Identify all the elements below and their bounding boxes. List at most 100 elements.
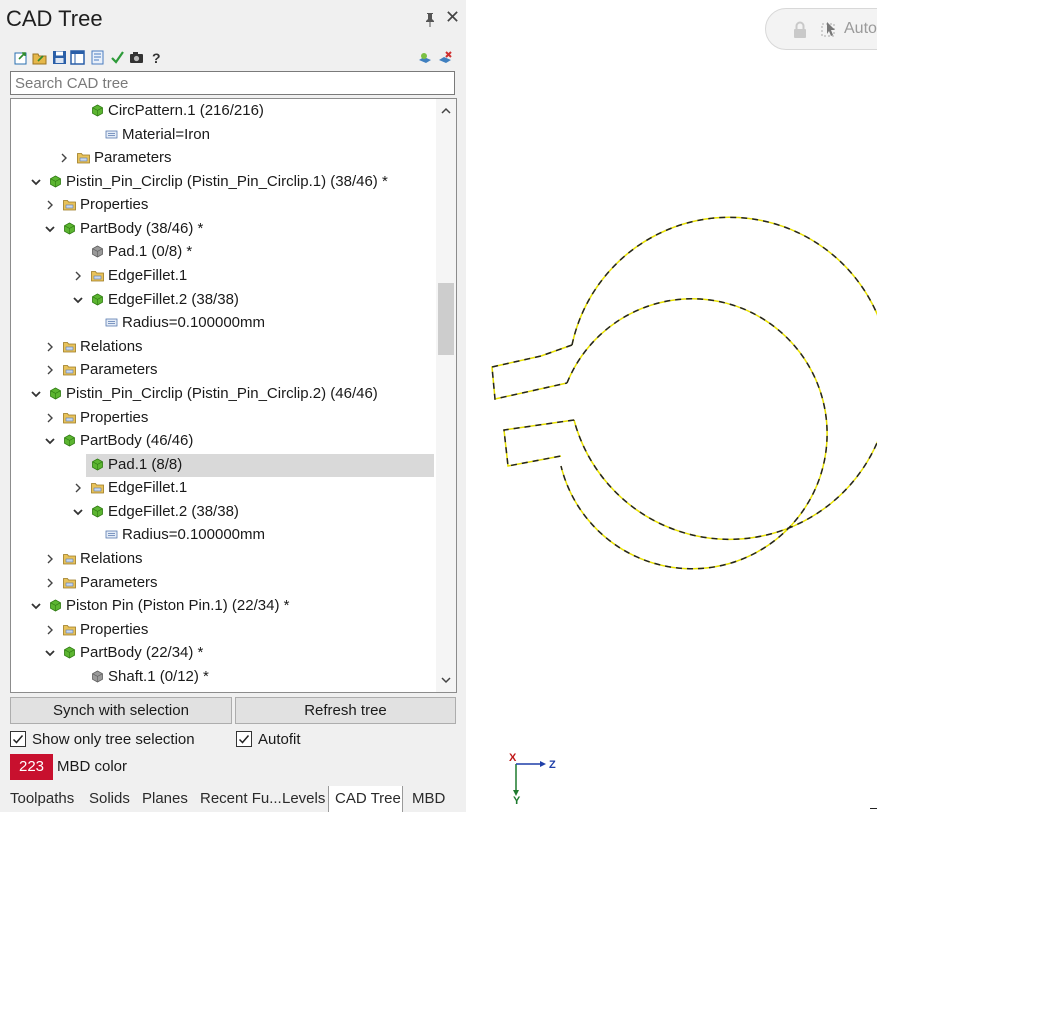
report-icon[interactable]: [90, 50, 105, 65]
tree-node[interactable]: Properties: [11, 619, 436, 641]
chevron-down-icon[interactable]: [44, 646, 56, 660]
close-icon[interactable]: [446, 10, 460, 28]
graphics-viewport[interactable]: Autoc: [466, 0, 877, 812]
tree-node-label: Pad.1 (8/8): [108, 455, 183, 473]
settings-icon[interactable]: [438, 50, 453, 65]
chevron-right-icon[interactable]: [72, 269, 84, 283]
tree-node[interactable]: Relations: [11, 336, 436, 358]
tab-recent-functions[interactable]: Recent Fu...: [200, 786, 282, 812]
parameter-icon: [105, 128, 118, 141]
tree-node[interactable]: PartBody (22/34) *: [11, 642, 436, 664]
lock-icon[interactable]: [792, 21, 808, 39]
tree-node[interactable]: Properties: [11, 407, 436, 429]
tree-node[interactable]: Radius=0.100000mm: [11, 312, 436, 334]
chevron-right-icon[interactable]: [72, 481, 84, 495]
search-input[interactable]: [10, 71, 455, 95]
chevron-down-icon[interactable]: [44, 434, 56, 448]
tree-node[interactable]: Parameters: [11, 359, 436, 381]
tree-node[interactable]: EdgeFillet.1: [11, 265, 436, 287]
refresh-tree-button[interactable]: Refresh tree: [235, 697, 456, 724]
green-solid-icon: [91, 505, 104, 518]
tree-node-label: Properties: [80, 408, 149, 426]
chevron-right-icon[interactable]: [44, 552, 56, 566]
chevron-right-icon[interactable]: [44, 198, 56, 212]
help-icon[interactable]: ?: [149, 50, 164, 65]
camera-icon[interactable]: [129, 50, 144, 65]
tree-node-label: Properties: [80, 196, 149, 214]
mbd-color-label: MBD color: [57, 758, 128, 775]
tab-levels[interactable]: Levels: [282, 786, 325, 812]
tree-node[interactable]: Pistin_Pin_Circlip (Pistin_Pin_Circlip.2…: [11, 383, 436, 405]
chevron-right-icon[interactable]: [44, 411, 56, 425]
chevron-right-icon[interactable]: [44, 576, 56, 590]
chevron-down-icon[interactable]: [30, 387, 42, 401]
green-solid-icon: [63, 434, 76, 447]
tree-node[interactable]: Parameters: [11, 147, 436, 169]
layout-icon[interactable]: [70, 50, 85, 65]
scroll-up-icon[interactable]: [439, 104, 453, 118]
tree-node[interactable]: PartBody (38/46) *: [11, 218, 436, 240]
chevron-down-icon[interactable]: [72, 505, 84, 519]
green-solid-icon: [63, 222, 76, 235]
lower-ear: [503, 419, 575, 467]
tree-node-label: Parameters: [94, 149, 172, 167]
autofit-label: Autofit: [258, 731, 301, 748]
chevron-right-icon[interactable]: [44, 340, 56, 354]
show-only-tree-selection-checkbox[interactable]: [10, 731, 26, 747]
mbd-color-swatch[interactable]: 223: [10, 754, 53, 780]
scroll-down-icon[interactable]: [439, 673, 453, 687]
axis-y-label: Y: [513, 795, 521, 806]
scroll-thumb[interactable]: [438, 283, 454, 355]
autofit-checkbox[interactable]: [236, 731, 252, 747]
tree-node-label: Pistin_Pin_Circlip (Pistin_Pin_Circlip.1…: [66, 172, 388, 190]
tree-node[interactable]: Pad.1 (0/8) *: [11, 241, 436, 263]
tree-node[interactable]: Pistin_Pin_Circlip (Pistin_Pin_Circlip.1…: [11, 171, 436, 193]
tab-planes[interactable]: Planes: [142, 786, 188, 812]
export-icon[interactable]: [14, 50, 29, 65]
chevron-right-icon[interactable]: [44, 623, 56, 637]
tree-node[interactable]: EdgeFillet.2 (38/38): [11, 289, 436, 311]
tree-node[interactable]: PartBody (46/46): [11, 430, 436, 452]
save-icon[interactable]: [52, 50, 67, 65]
tree-node[interactable]: Pad.1 (8/8): [11, 453, 436, 477]
chevron-down-icon[interactable]: [30, 175, 42, 189]
tree-node[interactable]: Parameters: [11, 572, 436, 594]
chevron-down-icon[interactable]: [44, 222, 56, 236]
tree-node[interactable]: CircPattern.1 (216/216): [11, 100, 436, 122]
tree-node-label: Relations: [80, 337, 143, 355]
tree-node[interactable]: Shaft.1 (0/12) *: [11, 666, 436, 688]
synch-with-selection-button[interactable]: Synch with selection: [10, 697, 232, 724]
cad-tree: CircPattern.1 (216/216) Material=Iron Para…: [10, 98, 457, 693]
find-icon[interactable]: [418, 50, 433, 65]
tree-node[interactable]: Properties: [11, 194, 436, 216]
chevron-right-icon[interactable]: [58, 151, 70, 165]
chevron-right-icon[interactable]: [44, 363, 56, 377]
parameter-icon: [105, 528, 118, 541]
folder-icon: [63, 198, 76, 211]
tree-node-label: Piston Pin (Piston Pin.1) (22/34) *: [66, 597, 290, 615]
tab-cad-tree[interactable]: CAD Tree: [328, 786, 403, 812]
axis-x-label: X: [509, 752, 517, 764]
chevron-down-icon[interactable]: [30, 599, 42, 613]
autocursor-label: Autoc: [844, 20, 877, 37]
tree-node[interactable]: Material=Iron: [11, 124, 436, 146]
tab-toolpaths[interactable]: Toolpaths: [10, 786, 74, 812]
tree-node[interactable]: EdgeFillet.1: [11, 477, 436, 499]
tree-node[interactable]: Radius=0.100000mm: [11, 524, 436, 546]
checkmark-icon[interactable]: [110, 50, 125, 65]
import-icon[interactable]: [32, 50, 47, 65]
tree-node[interactable]: Relations: [11, 548, 436, 570]
autocursor-icon[interactable]: [820, 20, 840, 40]
green-solid-icon: [91, 458, 104, 471]
green-solid-icon: [91, 293, 104, 306]
tree-node-label: Properties: [80, 620, 149, 638]
tree-node-label: Relations: [80, 550, 143, 568]
cad-tree-panel: CAD Tree ? Search CAD tree CircPattern.1…: [0, 0, 466, 812]
tab-mbd[interactable]: MBD: [412, 786, 445, 812]
chevron-down-icon[interactable]: [72, 293, 84, 307]
tree-node[interactable]: EdgeFillet.2 (38/38): [11, 501, 436, 523]
tree-node[interactable]: Piston Pin (Piston Pin.1) (22/34) *: [11, 595, 436, 617]
tab-solids[interactable]: Solids: [89, 786, 130, 812]
vertical-scrollbar[interactable]: [436, 99, 456, 692]
pin-icon[interactable]: [423, 12, 437, 28]
